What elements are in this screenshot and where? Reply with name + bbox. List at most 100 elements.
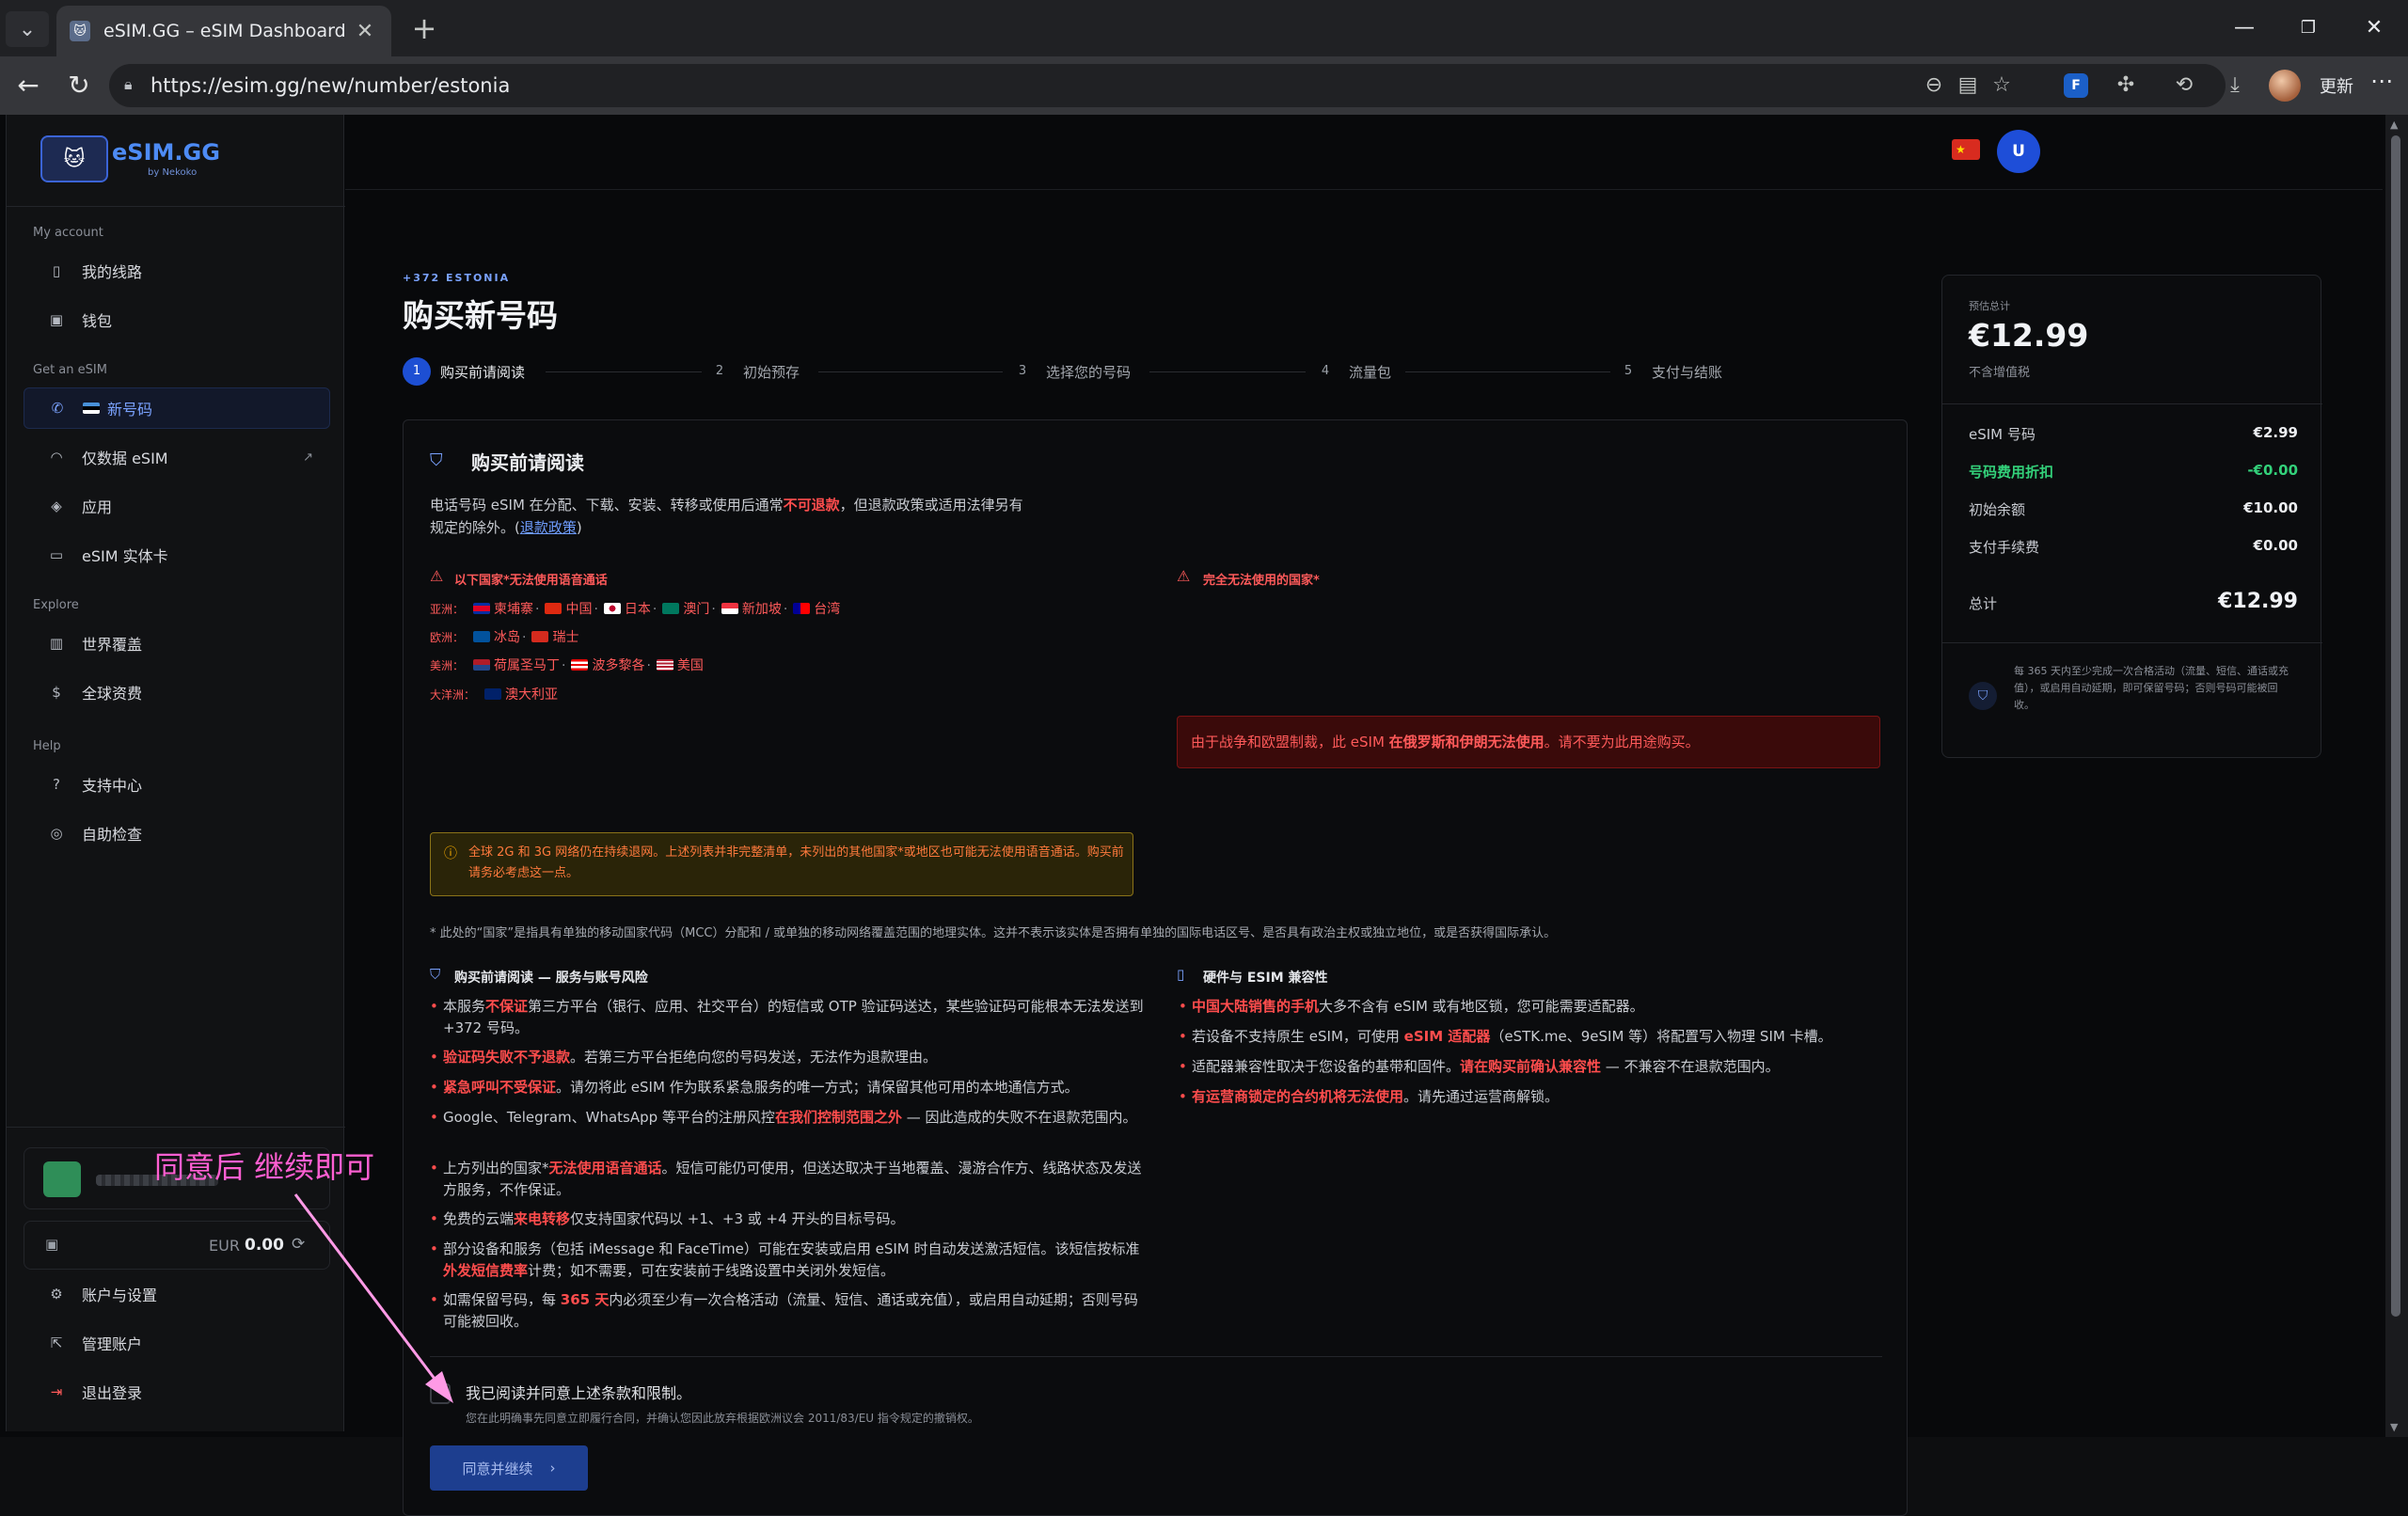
panel-divider [430,1356,1882,1357]
retention-note: ⛉ 每 365 天内至少完成一次合格活动（流量、短信、通话或充值），或启用自动延… [1969,663,2298,731]
bullet-text: 若设备不支持原生 eSIM，可使用 [1192,1028,1404,1045]
region-label: 亚洲： [430,603,465,616]
intro-part: ，但退款政策或适用法律另有 [839,497,1023,513]
country: 冰岛 [494,630,521,645]
sidebar-item-label: 账户与设置 [82,1287,158,1304]
tab-list-button[interactable]: ⌄ [6,11,49,47]
window-close-icon[interactable]: ✕ [2346,9,2402,47]
sidebar-item-coverage[interactable]: ▥ 世界覆盖 [24,623,330,664]
country: 澳大利亚 [505,687,559,703]
agree-continue-button[interactable]: 同意并继续 › [430,1445,588,1491]
summary-row-discount: 号码费用折扣 -€0.00 [1969,462,2298,482]
summary-divider [1942,642,2322,643]
history-icon[interactable]: ⟲ [2167,69,2201,103]
zoom-icon[interactable]: ⊖ [1921,72,1947,99]
network-warning-box: ⓘ 全球 2G 和 3G 网络仍在持续退网。上述列表并非完整清单，未列出的其他国… [430,832,1133,896]
agree-note: 您在此明确事先同意立即履行合同，并确认您因此放弃根据欧洲议会 2011/83/E… [466,1412,979,1425]
back-arrow-icon[interactable]: ← [11,69,45,103]
star-icon[interactable]: ☆ [1988,72,2015,99]
page-scrollbar[interactable]: ▲ ▼ [2385,115,2408,1437]
bullet-text: Google、Telegram、WhatsApp 等平台的注册风控 [443,1109,775,1126]
user-avatar[interactable]: U [1997,130,2040,173]
country-footnote: * 此处的“国家”是指具有单独的移动国家代码（MCC）分配和 / 或单独的移动网… [430,926,1557,940]
flag-icon [473,603,491,614]
sidebar-item-self-check[interactable]: ◎ 自助检查 [24,813,330,854]
restore-icon[interactable]: ❐ [2280,9,2337,47]
logo-name: eSIM.GG [112,139,220,166]
sidebar-item-data-esim[interactable]: ◠ 仅数据 eSIM ↗ [24,436,330,478]
eyebrow-label: +372 ESTONIA [403,272,511,284]
bullet-emphasis: 有运营商锁定的合约机将无法使用 [1192,1088,1404,1105]
sidebar-item-label: 世界覆盖 [82,636,143,654]
summary-total-big: €12.99 [1969,317,2089,354]
section-label-help: Help [33,739,61,753]
sidebar-item-my-lines[interactable]: ▯ 我的线路 [24,250,330,292]
download-icon[interactable]: ⤓ [2218,69,2252,103]
bullet-emphasis: eSIM 适配器 [1403,1028,1491,1045]
blocked-countries-text: 由于战争和欧盟制裁，此 eSIM 在俄罗斯和伊朗无法使用。请不要为此用途购买。 [1191,732,1700,751]
step-3: 3 选择您的号码 [1008,357,1131,386]
voice-warning-head: 以下国家*无法使用语音通话 [454,574,608,588]
terms-panel: ⛉ 购买前请阅读 电话号码 eSIM 在分配、下载、安装、转移或使用后通常不可退… [403,419,1908,1516]
reader-mode-icon[interactable]: ▤ [1955,72,1981,99]
wallet-icon: ▣ [45,1236,59,1253]
flag-icon [531,631,549,642]
sidebar-item-support[interactable]: ? 支持中心 [24,764,330,805]
sidebar-item-apps[interactable]: ◈ 应用 [24,485,330,527]
step-connector [1149,371,1306,372]
annotation-arrow [293,1193,453,1403]
new-tab-button[interactable]: + [406,11,442,47]
logout-icon: ⇥ [50,1383,63,1400]
bullet-text: 第三方平台（银行、应用、社交平台）的短信或 OTP 验证码送达，某些验证码可能根… [443,998,1144,1036]
bullet-text: 部分设备和服务（包括 iMessage 和 FaceTime）可能在安装或启用 … [443,1240,1140,1257]
scroll-down-arrow-icon[interactable]: ▼ [2390,1421,2398,1433]
summary-row: 初始余额 €10.00 [1969,499,2298,519]
help-icon: ? [53,776,60,793]
bullet-emphasis: 请在购买前确认兼容性 [1460,1058,1602,1075]
risk-bullet: 如需保留号码，每 365 天内必须至少有一次合格活动（流量、短信、通话或充值），… [430,1289,1147,1333]
hardware-bullet: 若设备不支持原生 eSIM，可使用 eSIM 适配器（eSTK.me、9eSIM… [1179,1026,1878,1048]
browser-tab-active[interactable]: 🐱 eSIM.GG – eSIM Dashboard ✕ [56,6,391,56]
sidebar-item-label: 管理账户 [82,1335,143,1353]
bullet-emphasis: 365 天 [560,1291,610,1308]
sidebar-item-label: 全球资费 [82,685,143,703]
sidebar-item-wallet[interactable]: ▣ 钱包 [24,299,330,340]
agree-label[interactable]: 我已阅读并同意上述条款和限制。 [466,1381,691,1403]
region-label: 美洲： [430,659,465,672]
url-text[interactable]: https://esim.gg/new/number/estonia [150,74,510,97]
flag-icon [793,603,811,614]
annotation-text: 同意后 继续即可 [154,1149,375,1185]
intro-part: ) [576,519,582,536]
flag-icon [545,603,562,614]
scroll-up-arrow-icon[interactable]: ▲ [2390,118,2398,131]
extension-icon[interactable]: F [2064,73,2088,98]
sidebar-item-new-number[interactable]: ✆ 新号码 [24,387,330,429]
logo-sub: by Nekoko [148,167,198,178]
sidebar-item-physical-card[interactable]: ▭ eSIM 实体卡 [24,534,330,576]
minimize-icon[interactable]: — [2216,9,2273,47]
extensions-puzzle-icon[interactable]: ✣ [2109,69,2143,103]
balance-currency: EUR [209,1237,240,1255]
scroll-thumb[interactable] [2391,135,2400,1317]
row-label: eSIM 号码 [1969,426,2036,443]
bullet-text: 仅支持国家代码以 +1、+3 或 +4 开头的目标号码。 [570,1210,905,1227]
logo-area[interactable]: 🐱 eSIM.GG by Nekoko [7,115,345,207]
step-number: 3 [1018,364,1027,378]
bullet-emphasis: 验证码失败不予退款 [443,1049,571,1066]
hardware-bullet: 中国大陆销售的手机大多不含有 eSIM 或有地区锁，您可能需要适配器。 [1179,996,1878,1018]
close-tab-icon[interactable]: ✕ [352,20,378,43]
summary-row: 支付手续费 €0.00 [1969,537,2298,557]
language-flag-icon[interactable]: ★ [1952,139,1980,160]
refund-policy-link[interactable]: 退款政策 [520,519,577,536]
site-info-icon[interactable]: 🔒︎ [124,75,143,94]
more-menu-icon[interactable]: ⋯ [2370,68,2393,94]
address-bar[interactable]: 🔒︎ https://esim.gg/new/number/estonia ⊖ … [109,64,2226,107]
bullet-text: 。请先通过运营商解锁。 [1403,1088,1560,1105]
update-button[interactable]: 更新 [2320,73,2353,98]
sidebar-item-pricing[interactable]: $ 全球资费 [24,671,330,713]
reload-icon[interactable]: ↻ [62,69,96,103]
step-label: 流量包 [1349,363,1392,381]
country: 美国 [676,658,704,673]
flag-icon [473,631,491,642]
profile-avatar[interactable] [2269,70,2301,102]
